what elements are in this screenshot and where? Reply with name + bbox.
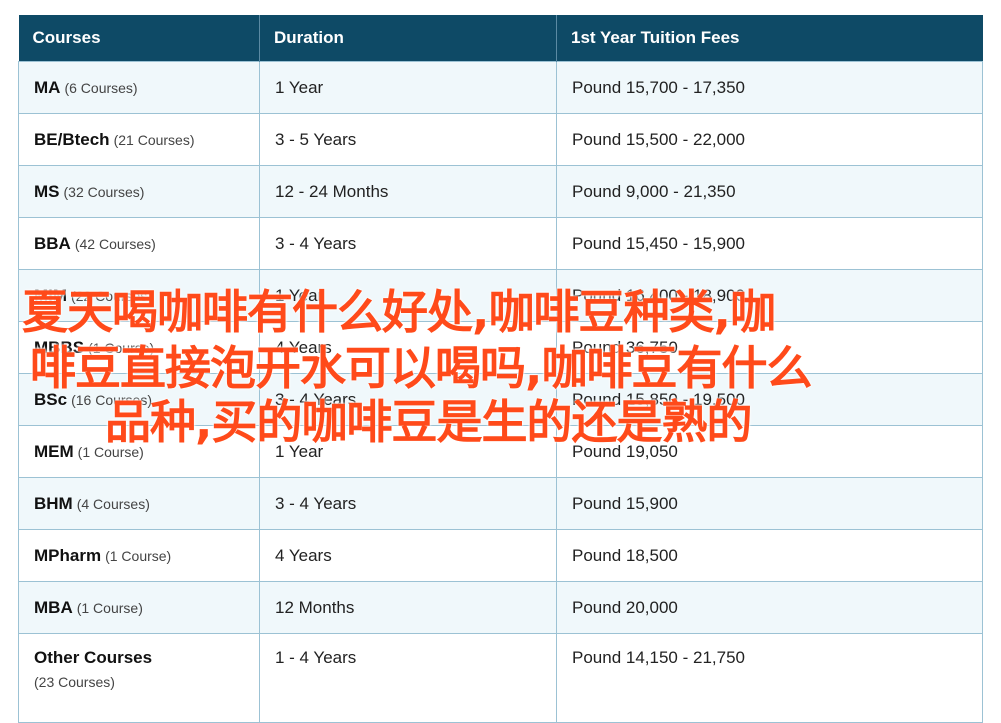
table-row: MIM (22 Courses) 1 Year Pound 16,400 - 18,9… (18, 269, 983, 322)
duration-cell: 1 Year (259, 61, 557, 114)
course-cell: MIM (22 Courses) (18, 269, 260, 322)
course-cell: MA (6 Courses) (18, 61, 260, 114)
duration-cell: 1 Year (259, 269, 557, 322)
course-count: (23 Courses) (34, 674, 115, 690)
duration-cell: 3 - 4 Years (259, 477, 557, 530)
course-name: BHM (34, 493, 73, 513)
fees-cell: Pound 16,400 - 18,900 (556, 269, 983, 322)
course-count: (22 Courses) (71, 287, 152, 304)
course-name: BE/Btech (34, 129, 110, 149)
table-body: MA (6 Courses) 1 Year Pound 15,700 - 17,350… (18, 61, 983, 723)
header-courses: Courses (18, 15, 260, 62)
table-row: MBA (1 Course) 12 Months Pound 20,000 (18, 581, 983, 634)
page-frame: Courses Duration 1st Year Tuition Fees M… (0, 0, 1001, 723)
fees-cell: Pound 15,900 (556, 477, 983, 530)
fees-cell: Pound 14,150 - 21,750 (556, 633, 983, 723)
table-row: MPharm (1 Course) 4 Years Pound 18,500 (18, 529, 983, 582)
course-count: (1 Course) (88, 339, 155, 356)
fees-cell: Pound 36,750 (556, 321, 983, 374)
course-count: (16 Courses) (71, 391, 152, 408)
course-count: (1 Course) (105, 547, 172, 564)
duration-cell: 1 Year (259, 425, 557, 478)
course-name: MPharm (34, 545, 102, 565)
course-cell: MEM (1 Course) (18, 425, 260, 478)
course-name: MS (34, 181, 60, 201)
course-name: Other Courses (34, 648, 153, 667)
fees-cell: Pound 15,700 - 17,350 (556, 61, 983, 114)
table-row: MA (6 Courses) 1 Year Pound 15,700 - 17,350 (18, 61, 983, 114)
course-name: MA (34, 77, 61, 97)
duration-cell: 1 - 4 Years (259, 633, 557, 723)
fees-cell: Pound 19,050 (556, 425, 983, 478)
table-row: BE/Btech (21 Courses) 3 - 5 Years Pound 15,… (18, 113, 983, 166)
course-count: (1 Course) (76, 599, 143, 616)
course-count: (6 Courses) (64, 79, 138, 96)
course-cell: MBBS (1 Course) (18, 321, 260, 374)
fees-cell: Pound 20,000 (556, 581, 983, 634)
courses-table: Courses Duration 1st Year Tuition Fees M… (18, 15, 983, 723)
course-cell: Other Courses (23 Courses) (18, 633, 260, 723)
table-row: BSc (16 Courses) 3 - 4 Years Pound 15,850 -… (18, 373, 983, 426)
table-row: BBA (42 Courses) 3 - 4 Years Pound 15,450 -… (18, 217, 983, 270)
fees-cell: Pound 15,500 - 22,000 (556, 113, 983, 166)
fees-cell: Pound 18,500 (556, 529, 983, 582)
duration-cell: 4 Years (259, 529, 557, 582)
table-row: BHM (4 Courses) 3 - 4 Years Pound 15,900 (18, 477, 983, 530)
course-cell: BBA (42 Courses) (18, 217, 260, 270)
fees-cell: Pound 15,450 - 15,900 (556, 217, 983, 270)
table-row: Other Courses (23 Courses) 1 - 4 Years Poun… (18, 633, 983, 723)
course-count: (32 Courses) (63, 183, 145, 200)
table-row: MEM (1 Course) 1 Year Pound 19,050 (18, 425, 983, 478)
duration-cell: 12 - 24 Months (259, 165, 557, 218)
duration-cell: 3 - 5 Years (259, 113, 557, 166)
course-cell: MS (32 Courses) (18, 165, 260, 218)
course-name: MBA (34, 597, 73, 617)
course-count: (42 Courses) (74, 235, 156, 252)
header-duration: Duration (259, 15, 557, 62)
course-name: MIM (34, 285, 68, 305)
course-cell: MPharm (1 Course) (18, 529, 260, 582)
course-cell: BE/Btech (21 Courses) (18, 113, 260, 166)
course-name: MEM (34, 441, 74, 461)
course-count: (1 Course) (77, 443, 144, 460)
fees-cell: Pound 15,850 - 19,500 (556, 373, 983, 426)
course-name: MBBS (34, 337, 85, 357)
course-cell: MBA (1 Course) (18, 581, 260, 634)
duration-cell: 3 - 4 Years (259, 217, 557, 270)
course-name: BBA (34, 233, 71, 253)
course-name: BSc (34, 389, 68, 409)
table-row: MS (32 Courses) 12 - 24 Months Pound 9,000 … (18, 165, 983, 218)
course-cell: BHM (4 Courses) (18, 477, 260, 530)
fees-cell: Pound 9,000 - 21,350 (556, 165, 983, 218)
table-row: MBBS (1 Course) 4 Years Pound 36,750 (18, 321, 983, 374)
duration-cell: 4 Years (259, 321, 557, 374)
course-count: (21 Courses) (113, 131, 195, 148)
duration-cell: 12 Months (259, 581, 557, 634)
header-fees: 1st Year Tuition Fees (556, 15, 983, 62)
duration-cell: 3 - 4 Years (259, 373, 557, 426)
course-cell: BSc (16 Courses) (18, 373, 260, 426)
table-header-row: Courses Duration 1st Year Tuition Fees (18, 15, 983, 62)
course-count: (4 Courses) (76, 495, 150, 512)
